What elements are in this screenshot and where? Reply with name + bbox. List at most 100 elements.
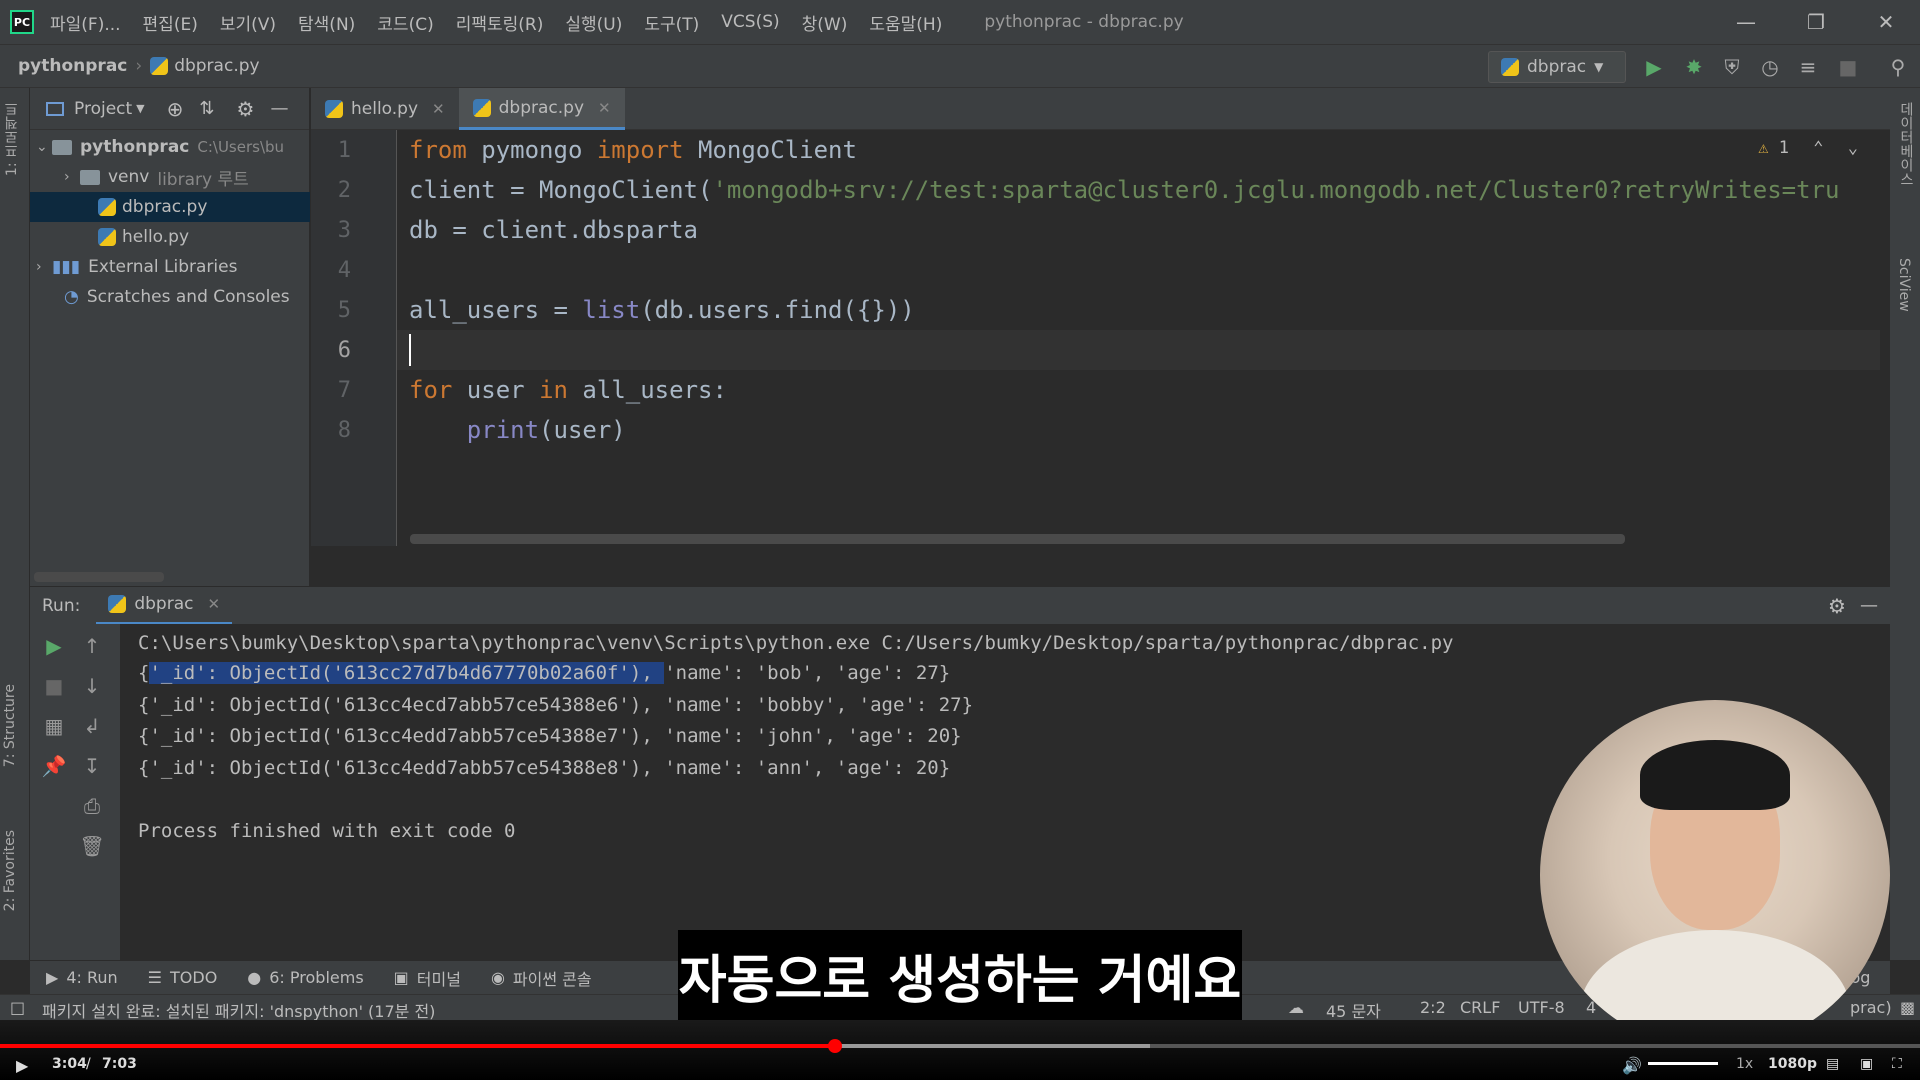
play-icon[interactable]: ▶ xyxy=(16,1056,28,1075)
status-encoding[interactable]: UTF-8 xyxy=(1518,998,1565,1017)
layout-icon[interactable]: ▦ xyxy=(42,714,66,738)
tool-tab-todo[interactable]: ☰ TODO xyxy=(148,968,218,987)
tree-item-hello[interactable]: hello.py xyxy=(30,222,310,252)
menu-run[interactable]: 실행(U) xyxy=(565,10,622,35)
editor-scrollbar[interactable] xyxy=(410,534,1625,544)
tree-item-dbprac[interactable]: dbprac.py xyxy=(30,192,310,222)
menu-file[interactable]: 파일(F)... xyxy=(50,10,121,35)
locate-icon[interactable]: ⊕ xyxy=(167,97,184,121)
rerun-icon[interactable]: ▶ xyxy=(42,634,66,658)
status-interpreter[interactable]: prac) xyxy=(1850,998,1892,1017)
run-icon[interactable]: ▶ xyxy=(1642,55,1666,79)
restore-icon[interactable]: ❐ xyxy=(1786,0,1846,44)
project-view-select[interactable]: Project xyxy=(74,99,132,119)
chevron-down-icon[interactable]: ⌄ xyxy=(1848,138,1858,158)
concurrency-icon[interactable]: ≡ xyxy=(1796,55,1820,79)
tab-hello-py[interactable]: hello.py ✕ xyxy=(311,88,459,130)
tab-database-vertical[interactable]: 데이터베이스 xyxy=(1896,102,1916,186)
tree-item-scratches[interactable]: ◔ Scratches and Consoles xyxy=(30,282,310,312)
run-icon: ▶ xyxy=(46,968,59,987)
tree-root-pythonprac[interactable]: ⌄ pythonprac C:\Users\bu xyxy=(30,132,310,162)
stop-icon[interactable]: ■ xyxy=(42,674,66,698)
status-line-separator[interactable]: CRLF xyxy=(1460,998,1500,1017)
status-char-count: 45 문자 xyxy=(1326,1002,1381,1021)
menu-help[interactable]: 도움말(H) xyxy=(869,10,942,35)
tab-favorites-vertical[interactable]: 2: Favorites xyxy=(2,830,18,911)
library-icon: ▮▮▮ xyxy=(52,257,81,277)
run-config-select[interactable]: dbprac ▼ xyxy=(1488,51,1626,83)
hide-panel-icon[interactable]: — xyxy=(1860,595,1878,616)
video-quality[interactable]: 1080p xyxy=(1768,1056,1817,1072)
menu-view[interactable]: 보기(V) xyxy=(220,10,276,35)
video-progress-handle[interactable] xyxy=(828,1039,843,1053)
code-line-5: all_users = list(db.users.find({})) xyxy=(409,296,915,324)
tab-label: hello.py xyxy=(351,99,419,119)
menu-navigate[interactable]: 탐색(N) xyxy=(298,10,355,35)
tool-tab-run[interactable]: ▶ 4: Run xyxy=(46,968,118,987)
lock-icon[interactable]: ▩ xyxy=(1900,998,1915,1017)
print-icon[interactable]: ⎙ xyxy=(80,794,104,818)
inspection-widget[interactable]: ⚠ 1 ⌃ ⌄ xyxy=(1758,138,1858,158)
coverage-icon[interactable]: ⛨ xyxy=(1720,55,1744,79)
profile-icon[interactable]: ◷ xyxy=(1758,55,1782,79)
fullscreen-icon[interactable]: ⛶ xyxy=(1892,1056,1902,1072)
close-icon[interactable]: ✕ xyxy=(207,595,220,613)
breadcrumb-file[interactable]: dbprac.py xyxy=(174,56,259,76)
video-current-time: 3:04 xyxy=(52,1056,87,1072)
breadcrumb-project[interactable]: pythonprac xyxy=(18,56,127,76)
close-icon[interactable]: ✕ xyxy=(1856,0,1916,44)
chevron-down-icon[interactable]: ▼ xyxy=(136,102,144,115)
video-subtitle: 자동으로 생성하는 거예요 xyxy=(678,930,1242,1020)
code-editor[interactable]: from pymongo import MongoClient client =… xyxy=(397,130,1880,546)
tab-structure-vertical[interactable]: 7: Structure xyxy=(2,684,18,767)
menu-refactor[interactable]: 리팩토링(R) xyxy=(456,10,544,35)
tab-dbprac-py[interactable]: dbprac.py ✕ xyxy=(458,88,625,130)
code-line-7: for user in all_users: xyxy=(409,376,727,404)
debug-icon[interactable]: ✸ xyxy=(1682,55,1706,79)
tab-project-vertical[interactable]: 1: 프로젝트 xyxy=(2,102,22,176)
miniplayer-icon[interactable]: ▣ xyxy=(1860,1056,1873,1072)
tree-root-label: pythonprac xyxy=(80,137,190,157)
menu-vcs[interactable]: VCS(S) xyxy=(721,12,779,32)
arrow-up-icon[interactable]: ↑ xyxy=(80,634,104,658)
tab-sciview-vertical[interactable]: SciView xyxy=(1896,258,1912,312)
close-icon[interactable]: ✕ xyxy=(598,99,611,117)
project-scrollbar[interactable] xyxy=(34,572,164,582)
tool-tab-terminal[interactable]: ▣ 터미널 xyxy=(394,966,461,990)
status-toggle-icon[interactable]: □ xyxy=(10,998,25,1017)
hide-panel-icon[interactable]: — xyxy=(270,98,288,119)
trash-icon[interactable]: 🗑 xyxy=(79,834,104,858)
code-line-8: print(user) xyxy=(466,416,626,444)
collapse-all-icon[interactable]: ⇅ xyxy=(199,98,214,119)
gear-icon[interactable]: ⚙ xyxy=(237,97,255,121)
scroll-to-end-icon[interactable]: ↧ xyxy=(80,754,104,778)
status-message[interactable]: 패키지 설치 완료: 설치된 패키지: 'dnspython' (17분 전) xyxy=(42,998,435,1022)
volume-slider[interactable] xyxy=(1648,1062,1718,1065)
menu-tools[interactable]: 도구(T) xyxy=(644,10,699,35)
status-cursor-position[interactable]: 2:2 xyxy=(1420,998,1446,1017)
arrow-down-icon[interactable]: ↓ xyxy=(80,674,104,698)
playback-speed[interactable]: 1x xyxy=(1736,1056,1753,1072)
tool-tab-problems[interactable]: ● 6: Problems xyxy=(247,968,363,987)
tree-item-external-libraries[interactable]: › ▮▮▮ External Libraries xyxy=(30,252,310,282)
gear-icon[interactable]: ⚙ xyxy=(1828,594,1846,618)
project-panel: Project ▼ ⊕ ⇅ ⚙ — ⌄ pythonprac C:\Users\… xyxy=(30,88,310,586)
tab-run-dbprac[interactable]: dbprac ✕ xyxy=(96,587,233,625)
soft-wrap-icon[interactable]: ↲ xyxy=(80,714,104,738)
search-icon[interactable]: ⚲ xyxy=(1886,55,1910,79)
volume-icon[interactable]: 🔊 xyxy=(1622,1056,1642,1075)
captions-icon[interactable]: ▤ xyxy=(1826,1056,1839,1072)
pin-icon[interactable]: 📌 xyxy=(42,754,67,778)
run-panel-header: Run: dbprac ✕ ⚙ — xyxy=(30,586,1890,625)
close-icon[interactable]: ✕ xyxy=(432,100,445,118)
video-progress-bar[interactable] xyxy=(0,1039,1920,1053)
tool-tab-python-console[interactable]: ◉ 파이썬 콘솔 xyxy=(491,966,592,990)
chevron-up-icon[interactable]: ⌃ xyxy=(1813,138,1823,158)
menu-edit[interactable]: 편집(E) xyxy=(143,10,198,35)
menu-window[interactable]: 창(W) xyxy=(802,10,848,35)
python-file-icon xyxy=(325,100,343,118)
menu-code[interactable]: 코드(C) xyxy=(377,10,433,35)
tree-item-venv[interactable]: › venv library 루트 xyxy=(30,162,310,192)
stop-icon[interactable]: ■ xyxy=(1836,55,1860,79)
minimize-icon[interactable]: — xyxy=(1716,0,1776,44)
